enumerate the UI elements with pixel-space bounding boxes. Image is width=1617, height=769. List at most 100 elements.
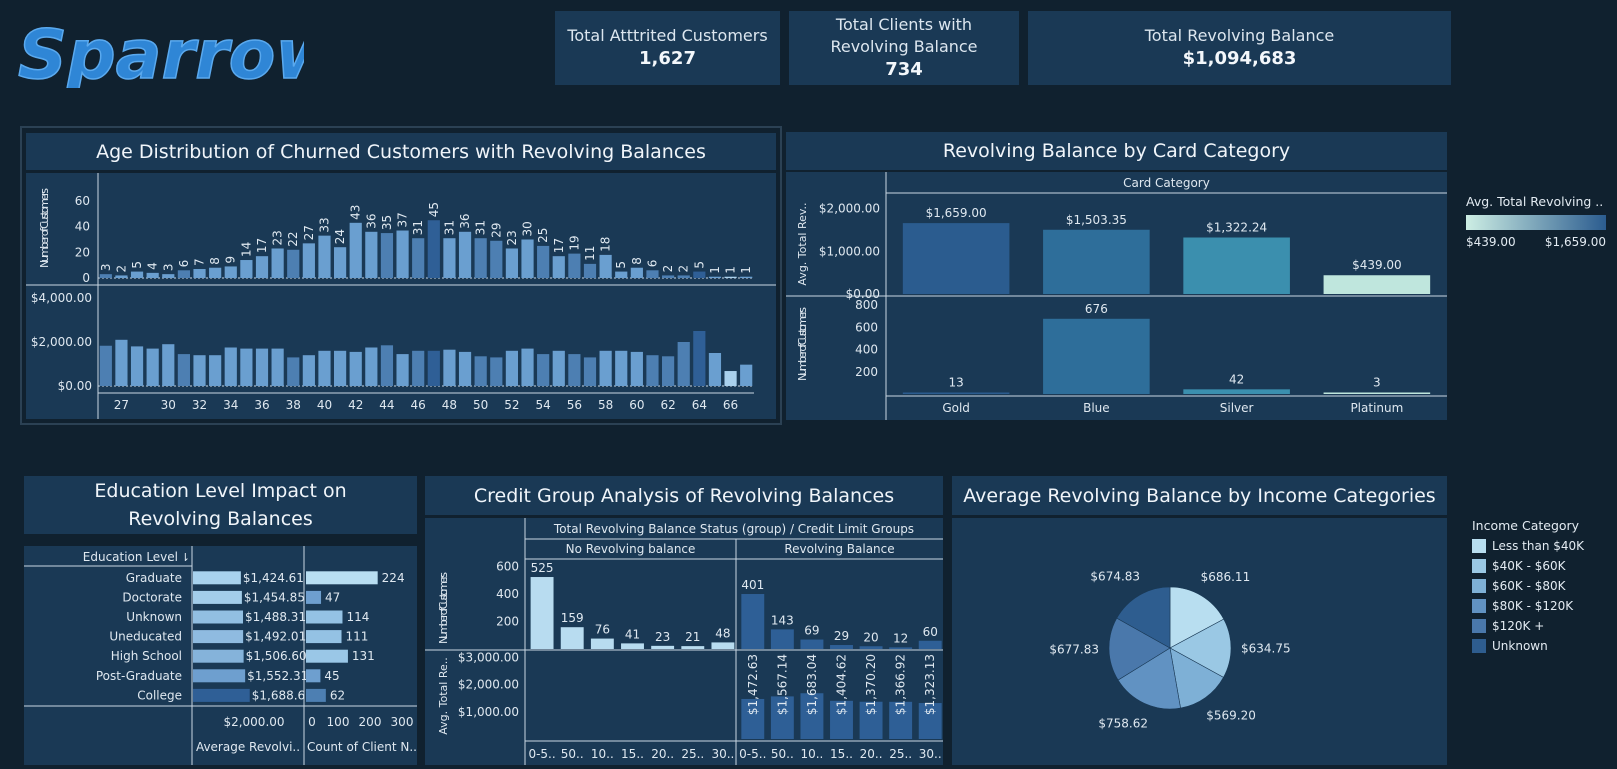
education-count-bar [306, 571, 378, 585]
education-count-axis-title: Count of Client N.. [307, 740, 417, 754]
credit-chart-title: Credit Group Analysis of Revolving Balan… [425, 476, 943, 515]
age-count-label: 33 [317, 217, 331, 232]
age-x-tick: 62 [660, 398, 675, 412]
kpi-clients-revolving: Total Clients with Revolving Balance 734 [789, 11, 1019, 85]
education-avg-bar [193, 688, 250, 702]
kpi-revolving-label: Total Revolving Balance [1144, 26, 1335, 45]
income-slice-label: $677.83 [1049, 643, 1099, 657]
age-x-tick: 36 [254, 398, 269, 412]
education-chart-svg: Education Level ⇂ Graduate $1,424.61 224 Doct… [24, 546, 417, 765]
age-balance-bar [365, 347, 378, 386]
credit-top-tick: 400 [496, 587, 519, 601]
education-level-label: College [137, 688, 182, 702]
age-count-bar [365, 231, 378, 278]
credit-no-rev-bar [711, 642, 735, 649]
education-count-bar [306, 669, 321, 683]
income-slice-label: $686.11 [1201, 570, 1251, 584]
income-slice-label: $569.20 [1206, 709, 1256, 723]
age-count-label: 1 [739, 266, 753, 274]
education-avg-bar [193, 649, 244, 663]
card-chart-svg: Card Category$0.00$1,000.00$2,000.002004… [786, 172, 1447, 420]
income-chart-title: Average Revolving Balance by Income Cate… [952, 476, 1447, 515]
credit-rev-bar [800, 639, 824, 649]
credit-category-label: 15.. [830, 747, 853, 761]
income-legend-item[interactable]: Unknown [1472, 636, 1612, 656]
age-balance-bar [302, 355, 315, 386]
education-count-label: 131 [352, 649, 375, 663]
education-count-bar [306, 610, 343, 624]
age-balance-bar [193, 355, 206, 386]
credit-rev-avg-label: $1,323.13 [923, 654, 937, 715]
age-count-bar [615, 271, 628, 278]
income-legend-items: Less than $40K $40K - $60K $60K - $80K $80K… [1472, 536, 1612, 656]
income-legend-item[interactable]: $120K + [1472, 616, 1612, 636]
card-bottom-tick: 800 [855, 298, 878, 312]
age-count-label: 2 [661, 265, 675, 273]
age-count-label: 27 [302, 225, 316, 240]
age-balance-bar [396, 354, 409, 386]
age-count-label: 5 [692, 261, 706, 269]
card-avg-bar [1183, 237, 1290, 294]
card-customers-label: 13 [948, 376, 963, 390]
age-count-bar [568, 253, 581, 278]
credit-rev-label: 20 [863, 630, 878, 644]
education-avg-bar [193, 610, 244, 624]
education-avg-bar [193, 669, 246, 683]
card-bottom-tick: 400 [855, 343, 878, 357]
education-level-label: Uneducated [109, 630, 182, 644]
income-slice-label: $674.83 [1090, 569, 1140, 583]
income-legend-item[interactable]: $80K - $120K [1472, 596, 1612, 616]
income-legend-item[interactable]: $60K - $80K [1472, 576, 1612, 596]
education-count-tick: 0 [308, 715, 316, 729]
age-count-bar [302, 243, 315, 278]
age-count-bar [599, 254, 612, 278]
kpi-attrited-value: 1,627 [639, 48, 696, 69]
age-count-label: 45 [427, 202, 441, 217]
age-x-tick: 46 [411, 398, 426, 412]
income-legend-item[interactable]: Less than $40K [1472, 536, 1612, 556]
card-customers-label: 3 [1373, 376, 1381, 390]
age-count-label: 19 [567, 235, 581, 250]
age-balance-bar [583, 357, 597, 386]
age-count-label: 2 [677, 265, 691, 273]
card-category-label: Blue [1083, 401, 1110, 415]
age-count-label: 24 [333, 229, 347, 244]
age-count-label: 1 [724, 266, 738, 274]
age-count-bar [677, 275, 690, 278]
credit-top-tick: 600 [496, 560, 519, 574]
age-bottom-tick: $4,000.00 [31, 291, 92, 305]
education-avg-axis-title: Average Revolvi.. [196, 740, 300, 754]
card-customers-bar [1043, 318, 1150, 394]
age-balance-bar [130, 346, 144, 386]
age-balance-bar [349, 351, 362, 386]
credit-no-rev-bar [560, 627, 584, 649]
age-count-bar [271, 248, 284, 278]
age-count-label: 36 [364, 214, 378, 229]
age-balance-bar [662, 356, 675, 386]
age-count-label: 43 [349, 205, 363, 220]
education-count-label: 45 [324, 669, 339, 683]
credit-no-rev-label: 21 [685, 630, 700, 644]
age-count-label: 8 [630, 257, 644, 265]
age-x-tick: 66 [723, 398, 738, 412]
education-chart: Education Level ⇂ Graduate $1,424.61 224 Doct… [24, 546, 417, 765]
age-x-tick: 34 [223, 398, 238, 412]
credit-group-label: Revolving Balance [784, 542, 894, 556]
card-avg-label: $1,503.35 [1066, 213, 1127, 227]
card-top-tick: $2,000.00 [819, 202, 880, 216]
income-legend-item[interactable]: $40K - $60K [1472, 556, 1612, 576]
age-balance-bar [630, 351, 643, 386]
card-legend-gradient [1466, 215, 1606, 230]
card-customers-label: 42 [1229, 372, 1244, 386]
age-balance-bar [240, 348, 253, 386]
education-count-tick: 100 [327, 715, 350, 729]
age-balance-bar [334, 350, 347, 386]
logo-text: Sparrow [18, 16, 304, 88]
credit-rev-label: 12 [893, 631, 908, 645]
age-count-bar [521, 239, 534, 278]
age-balance-bar [318, 350, 331, 386]
credit-rev-bar [741, 594, 765, 649]
education-level-label: Unknown [126, 610, 182, 624]
credit-category-label: 25.. [889, 747, 912, 761]
age-balance-bar [537, 354, 550, 386]
